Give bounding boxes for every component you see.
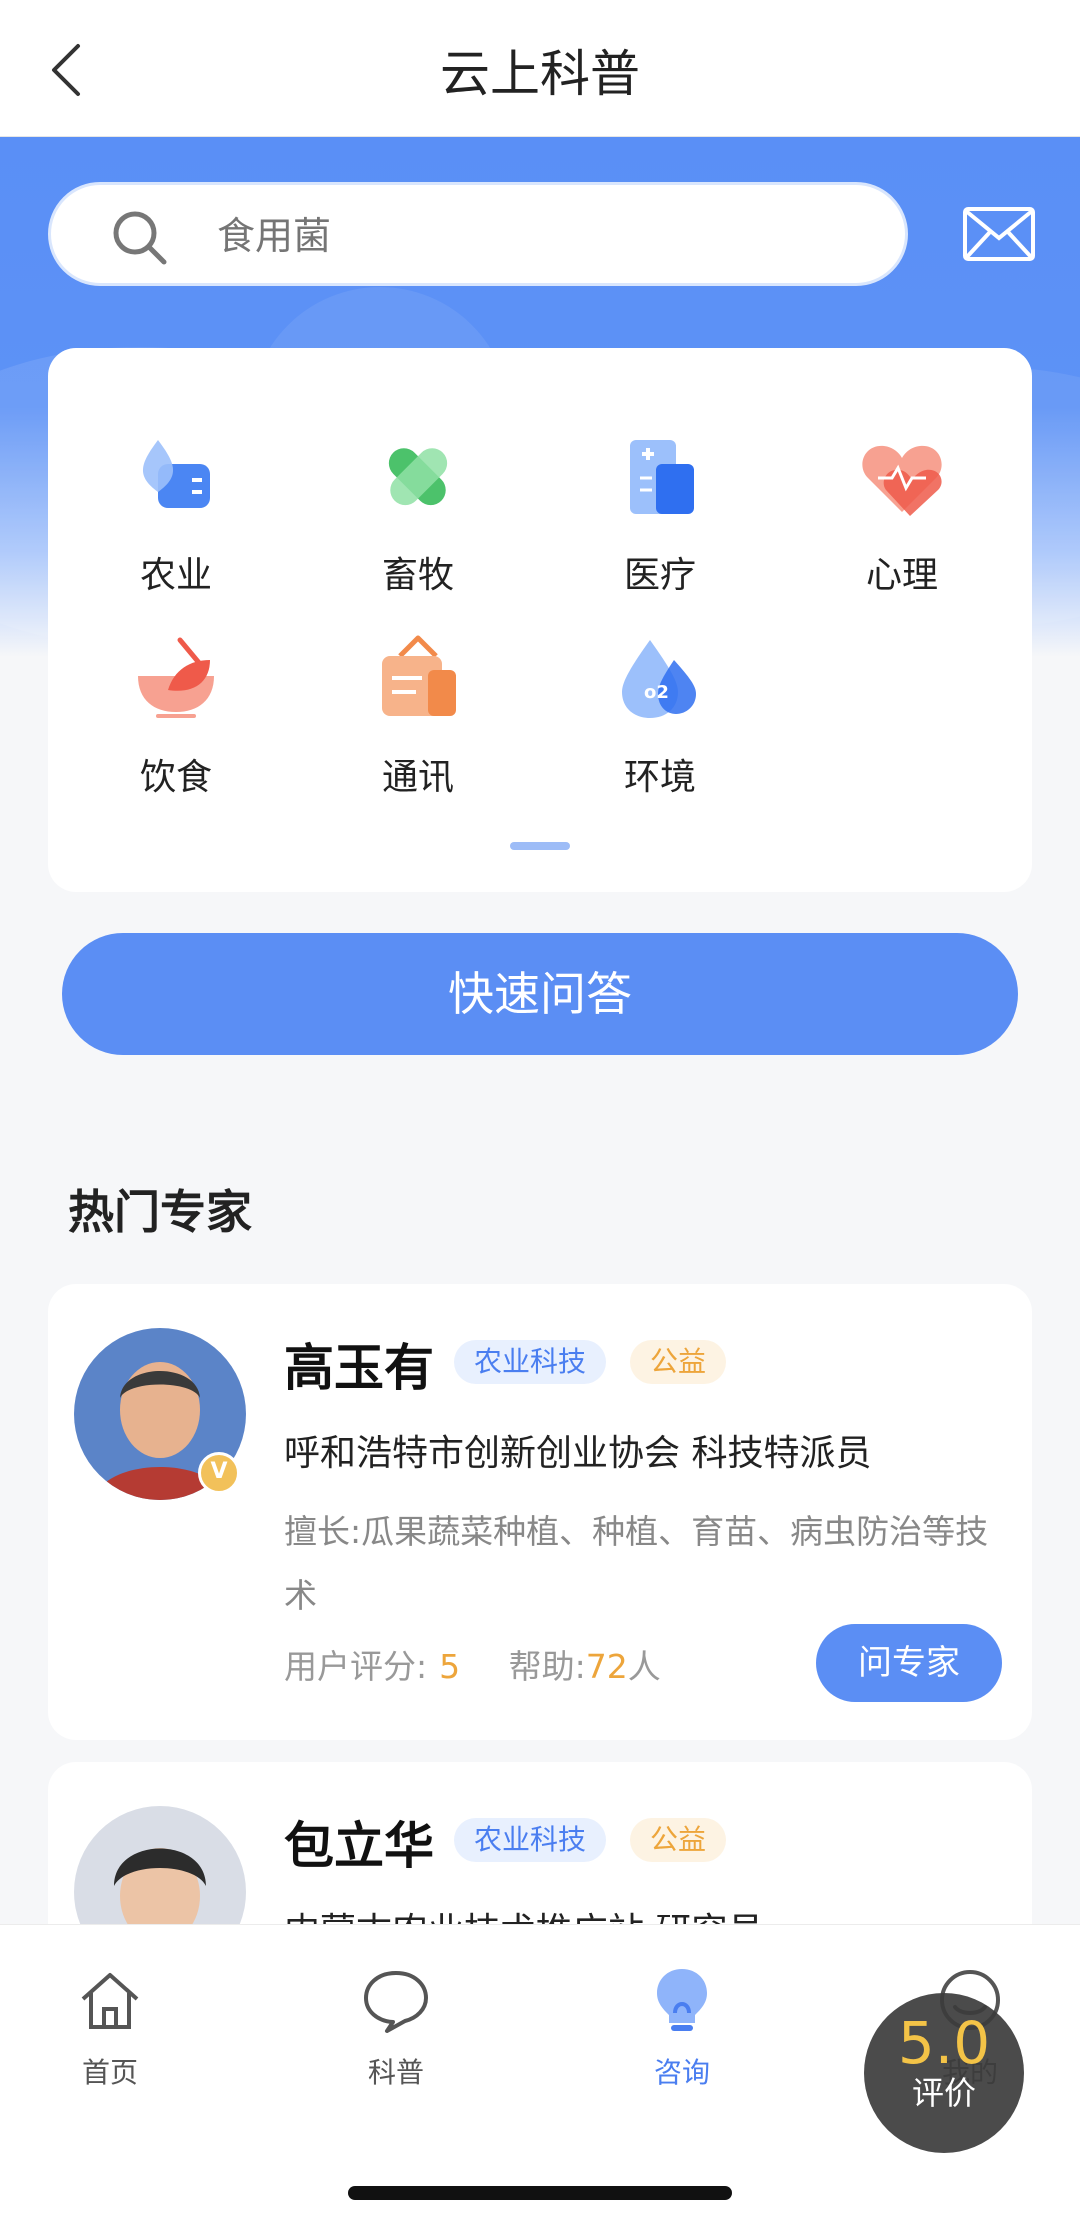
category-label: 心理 [865, 555, 938, 596]
category-grid: 农业 畜牧 医疗 心理 饮食 通讯 o2 环境 [48, 348, 1032, 892]
category-diet[interactable]: 饮食 [96, 630, 256, 810]
help-count: 72 [585, 1647, 628, 1686]
tag-agri-tech: 农业科技 [454, 1340, 607, 1384]
rating-label: 评价 [911, 2074, 976, 2112]
rating-badge[interactable]: 5.0 评价 [864, 1993, 1024, 2153]
communication-icon [382, 635, 456, 716]
help-unit: 人 [627, 1647, 661, 1686]
category-label: 畜牧 [381, 555, 454, 596]
search-box[interactable] [48, 182, 908, 286]
expert-name: 高玉有 [284, 1339, 434, 1397]
tab-science[interactable]: 科普 [326, 1965, 466, 2091]
verified-badge-icon: V [198, 1452, 240, 1494]
home-icon [81, 1973, 139, 2029]
tab-consult[interactable]: 咨询 [612, 1965, 752, 2091]
skill-label: 擅长: [284, 1512, 362, 1551]
psychology-icon [862, 445, 942, 516]
agriculture-icon [142, 440, 210, 508]
expert-card[interactable]: V 高玉有 农业科技 公益 呼和浩特市创新创业协会 科技特派员 擅长:瓜果蔬菜种… [48, 1284, 1032, 1740]
category-medical[interactable]: 医疗 [580, 428, 740, 608]
quick-qa-button[interactable]: 快速问答 [62, 933, 1018, 1055]
category-environment[interactable]: o2 环境 [580, 630, 740, 810]
tab-label: 首页 [81, 2056, 138, 2089]
tag-public-welfare: 公益 [630, 1340, 727, 1384]
help-label: 帮助: [508, 1647, 586, 1686]
category-label: 饮食 [139, 757, 212, 798]
rating-value: 5 [439, 1647, 461, 1686]
diet-icon [138, 637, 214, 718]
search-icon [113, 211, 167, 265]
tab-home[interactable]: 首页 [40, 1965, 180, 2091]
environment-icon: o2 [622, 640, 696, 718]
tab-label: 科普 [367, 2056, 424, 2089]
expert-skill: 擅长:瓜果蔬菜种植、种植、育苗、病虫防治等技术 [284, 1500, 1004, 1628]
category-livestock[interactable]: 畜牧 [338, 428, 498, 608]
category-psychology[interactable]: 心理 [822, 428, 982, 608]
page-indicator [510, 842, 570, 850]
category-label: 医疗 [623, 555, 696, 596]
page-title: 云上科普 [440, 45, 640, 103]
nav-bar: 云上科普 [0, 0, 1080, 137]
section-title: 热门专家 [68, 1185, 252, 1239]
mail-icon[interactable] [962, 206, 1036, 262]
expert-organization: 呼和浩特市创新创业协会 科技特派员 [284, 1433, 872, 1474]
search-input[interactable] [215, 207, 859, 265]
category-agriculture[interactable]: 农业 [96, 428, 256, 608]
rating-label: 用户评分: [284, 1647, 428, 1686]
category-communication[interactable]: 通讯 [338, 630, 498, 810]
chat-bubble-icon [364, 1971, 428, 2033]
livestock-icon [388, 448, 448, 506]
ask-expert-button[interactable]: 问专家 [816, 1624, 1002, 1702]
svg-text:o2: o2 [644, 682, 669, 703]
tab-label: 咨询 [653, 2056, 710, 2089]
home-indicator [348, 2186, 732, 2200]
category-label: 环境 [623, 757, 696, 798]
medical-icon [630, 440, 694, 514]
expert-stats: 用户评分: 5 帮助:72人 [284, 1640, 661, 1688]
skill-text: 瓜果蔬菜种植、种植、育苗、病虫防治等技术 [284, 1512, 989, 1615]
rating-score: 5.0 [897, 2009, 991, 2077]
expert-name: 包立华 [284, 1817, 434, 1875]
tag-agri-tech: 农业科技 [454, 1818, 607, 1862]
category-label: 农业 [139, 555, 212, 596]
lightbulb-icon [657, 1969, 707, 2031]
category-label: 通讯 [381, 757, 454, 798]
tag-public-welfare: 公益 [630, 1818, 727, 1862]
